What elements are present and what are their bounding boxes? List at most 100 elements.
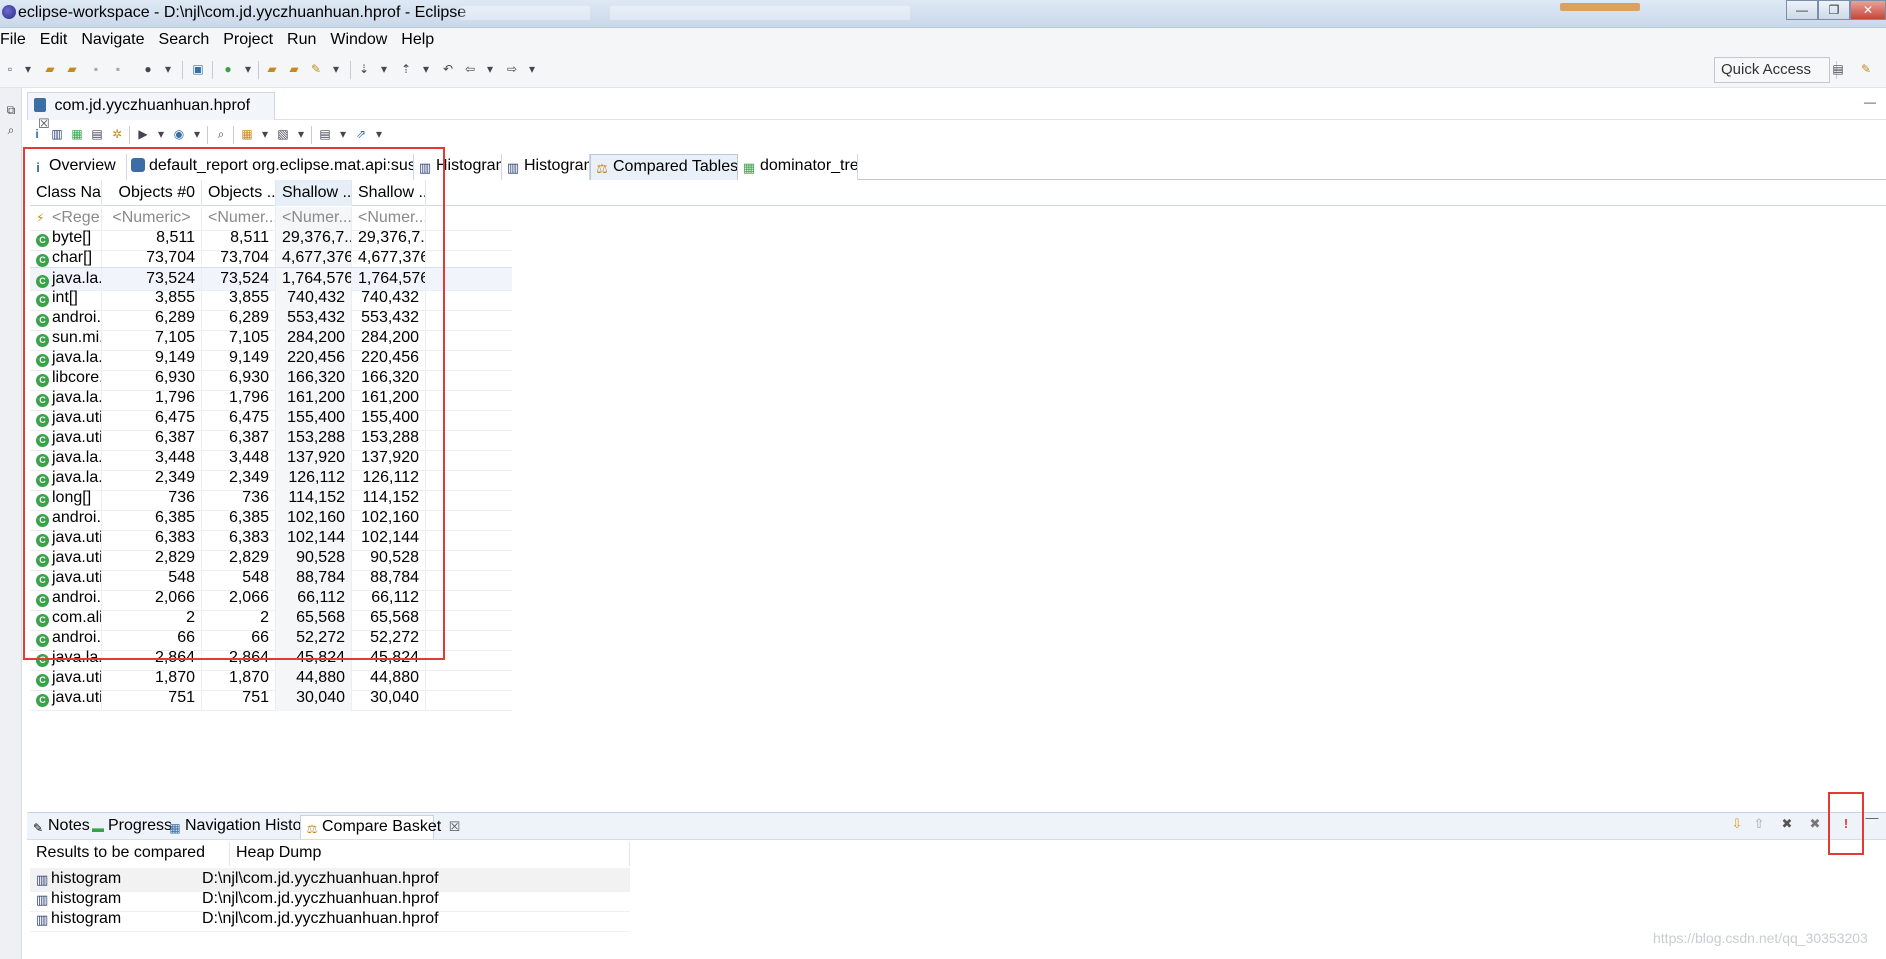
tree-icon: ▦ (742, 160, 756, 175)
dropdown-arrow-icon[interactable]: ▾ (371, 126, 387, 142)
info-icon[interactable]: i (29, 126, 45, 142)
menu-file[interactable]: File (0, 31, 40, 49)
back-icon[interactable]: ⇦ (462, 61, 478, 77)
quick-access-field[interactable]: Quick Access (1714, 57, 1830, 83)
class-icon: C (36, 694, 49, 707)
value-cell: 30,040 (352, 687, 426, 711)
tab-progress[interactable]: ▬ Progress (87, 815, 172, 839)
tab-histogram-2[interactable]: ▥ Histogram (502, 154, 590, 180)
console-icon[interactable]: ▣ (190, 61, 206, 77)
dropdown-arrow-icon[interactable]: ▾ (482, 61, 498, 77)
cell-text: java.uti... (52, 689, 102, 706)
left-trim-bar: ⧉ ⌕ (0, 88, 22, 959)
perspective-icon[interactable]: ● (140, 61, 156, 77)
search-icon[interactable]: ⌕ (213, 126, 229, 142)
move-up-icon[interactable]: ⇧ (1751, 816, 1767, 832)
dropdown-arrow-icon[interactable]: ▾ (293, 126, 309, 142)
cell-text: histogram (51, 910, 122, 927)
oql-icon[interactable]: ▤ (89, 126, 105, 142)
navigation-history-icon: ▦ (169, 821, 181, 835)
remove-all-icon[interactable]: ✖ (1807, 816, 1823, 832)
inspector-icon[interactable]: ⌕ (3, 122, 19, 138)
tab-compare-basket[interactable]: ⚖ Compare Basket ☒ (300, 815, 460, 839)
toolbar-separator (207, 126, 208, 144)
dropdown-arrow-icon[interactable]: ▾ (189, 126, 205, 142)
dropdown-arrow-icon[interactable]: ▾ (20, 61, 36, 77)
window-title: eclipse-workspace - D:\njl\com.jd.yyczhu… (18, 4, 467, 21)
open-folder-icon[interactable]: ▰ (42, 61, 58, 77)
editor-tab-hprof[interactable]: com.jd.yyczhuanhuan.hprof ☒ (27, 92, 275, 131)
forward-icon[interactable]: ⇨ (504, 61, 520, 77)
menu-help[interactable]: Help (401, 31, 448, 49)
last-edit-icon[interactable]: ↶ (440, 61, 456, 77)
cell-text: D:\njl\com.jd.yyczhuanhuan.hprof (202, 890, 439, 907)
annotation-highlight-box (23, 147, 445, 660)
tab-dominator-tree[interactable]: ▦ dominator_tree (738, 154, 858, 180)
dropdown-arrow-icon[interactable]: ▾ (240, 61, 256, 77)
save-all-icon[interactable]: ▪ (110, 61, 126, 77)
menu-project[interactable]: Project (223, 31, 287, 49)
next-annotation-icon[interactable]: ⇣ (356, 61, 372, 77)
cell-text: 751 (242, 689, 269, 706)
dropdown-arrow-icon[interactable]: ▾ (153, 126, 169, 142)
bottom-panel-tabs: ✎ Notes ▬ Progress ▦ Navigation History ⚖ Co… (27, 812, 1886, 840)
open-file-icon[interactable]: ▰ (64, 61, 80, 77)
dropdown-arrow-icon[interactable]: ▾ (524, 61, 540, 77)
histogram-icon[interactable]: ▥ (49, 126, 65, 142)
cell-text: 1,870 (154, 669, 195, 686)
heap-dump-cell: D:\njl\com.jd.yyczhuanhuan.hprof (196, 908, 596, 932)
run-report-icon[interactable]: ▶ (135, 126, 151, 142)
cell-text: 751 (168, 689, 195, 706)
dropdown-arrow-icon[interactable]: ▾ (335, 126, 351, 142)
group-by-icon[interactable]: ▦ (239, 126, 255, 142)
dropdown-arrow-icon[interactable]: ▾ (328, 61, 344, 77)
table-row[interactable]: Cjava.uti... 751 751 30,040 30,040 (30, 687, 512, 711)
close-button[interactable]: ✕ (1850, 0, 1886, 20)
open-task-icon[interactable]: ▰ (286, 61, 302, 77)
menu-edit[interactable]: Edit (40, 31, 82, 49)
tab-navigation-history[interactable]: ▦ Navigation History (164, 815, 315, 839)
open-type-icon[interactable]: ▰ (264, 61, 280, 77)
menu-window[interactable]: Window (330, 31, 401, 49)
dropdown-arrow-icon[interactable]: ▾ (160, 61, 176, 77)
query-browser-icon[interactable]: ◉ (171, 126, 187, 142)
histogram-icon: ▥ (36, 872, 49, 887)
dropdown-arrow-icon[interactable]: ▾ (418, 61, 434, 77)
columns-icon[interactable]: ▤ (317, 126, 333, 142)
column-results-to-be-compared[interactable]: Results to be compared (30, 842, 230, 866)
open-perspective-icon[interactable]: ▤ (1830, 61, 1846, 77)
export-icon[interactable]: ⇗ (353, 126, 369, 142)
menu-navigate[interactable]: Navigate (81, 31, 158, 49)
previous-annotation-icon[interactable]: ⇡ (398, 61, 414, 77)
save-icon[interactable]: ▪ (88, 61, 104, 77)
dropdown-arrow-icon[interactable]: ▾ (257, 126, 273, 142)
toolbar-separator (212, 61, 213, 79)
minimize-editor-icon[interactable]: — (1862, 94, 1878, 110)
dominator-tree-icon[interactable]: ▦ (69, 126, 85, 142)
basket-row[interactable]: ▥ histogram D:\njl\com.jd.yyczhuanhuan.hpr… (30, 908, 630, 932)
maximize-button[interactable]: ❐ (1818, 0, 1850, 20)
thread-overview-icon[interactable]: ✲ (109, 126, 125, 142)
minimize-panel-icon[interactable]: — (1864, 810, 1880, 826)
dropdown-arrow-icon[interactable]: ▾ (376, 61, 392, 77)
new-icon[interactable]: ▫ (2, 61, 18, 77)
histogram-icon: ▥ (506, 160, 520, 175)
minimize-button[interactable]: — (1786, 0, 1818, 20)
restore-icon[interactable]: ⧉ (3, 102, 19, 118)
cell-text: 44,880 (370, 669, 419, 686)
tab-compared-tables[interactable]: ⚖Compared Tables ☒ (590, 154, 738, 180)
class-name-cell: Cjava.uti... (30, 687, 102, 711)
move-down-icon[interactable]: ⇩ (1729, 816, 1745, 832)
remove-icon[interactable]: ✖ (1779, 816, 1795, 832)
tab-notes[interactable]: ✎ Notes (27, 815, 90, 839)
memory-analysis-perspective-icon[interactable]: ✎ (1858, 61, 1874, 77)
close-tab-icon[interactable]: ☒ (449, 819, 461, 834)
column-heap-dump[interactable]: Heap Dump (230, 842, 630, 866)
watermark-text: https://blog.csdn.net/qq_30353203 (1653, 930, 1868, 946)
calculate-retained-icon[interactable]: ▧ (275, 126, 291, 142)
editor-toolbar: i ▥ ▦ ▤ ✲ ▶ ▾ ◉ ▾ ⌕ ▦ ▾ ▧ ▾ ▤ ▾ ⇗ ▾ (27, 120, 1886, 148)
external-tools-icon[interactable]: ✎ (308, 61, 324, 77)
menu-run[interactable]: Run (287, 31, 330, 49)
menu-search[interactable]: Search (159, 31, 224, 49)
run-icon[interactable]: ● (220, 61, 236, 77)
